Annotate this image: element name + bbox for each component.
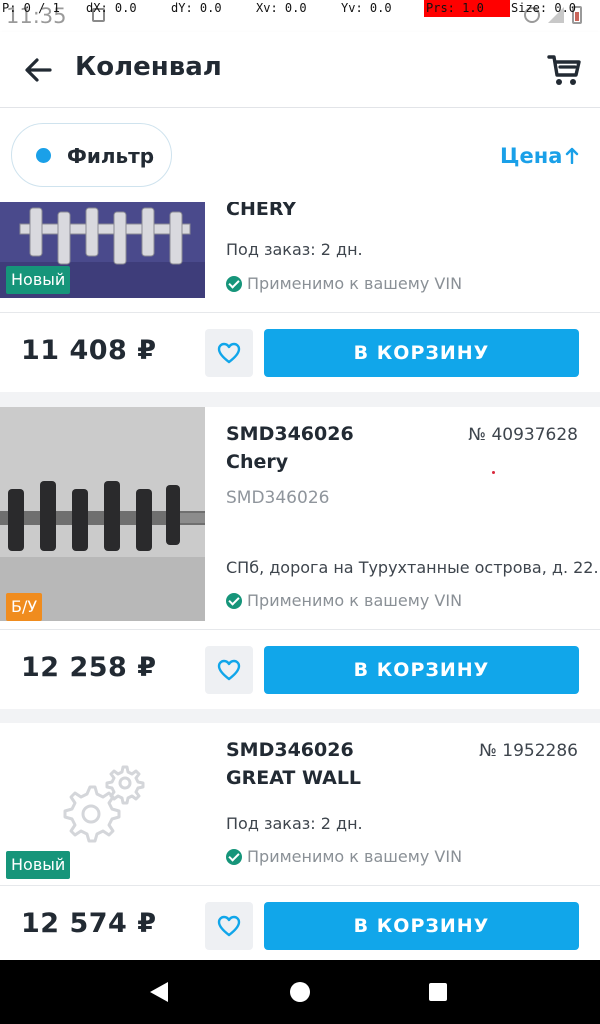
add-to-cart-button[interactable]: В КОРЗИНУ <box>264 329 579 377</box>
product-thumbnail[interactable]: Б/У <box>0 407 205 621</box>
filter-active-dot <box>36 148 51 163</box>
page-title: Коленвал <box>75 52 222 82</box>
debug-prs: Prs: 1.0 <box>426 1 484 15</box>
product-card[interactable]: Б/У SMD346026 № 40937628 Chery SMD346026… <box>0 407 600 709</box>
favorite-button[interactable] <box>205 646 253 694</box>
filter-bar: Фильтр Цена <box>0 108 600 202</box>
listing-number: № 40937628 <box>468 425 578 445</box>
favorite-button[interactable] <box>205 902 253 950</box>
condition-badge: Новый <box>6 266 71 294</box>
filter-button[interactable]: Фильтр <box>11 123 172 187</box>
product-thumbnail[interactable]: Новый <box>0 723 205 883</box>
debug-p: P: 0 / 1 <box>2 1 60 15</box>
delivery-info: Под заказ: 2 дн. <box>226 814 363 833</box>
product-article: SMD346026 <box>226 739 354 761</box>
check-circle-icon <box>226 275 242 292</box>
heart-icon <box>217 915 241 937</box>
arrow-up-icon[interactable] <box>565 146 579 164</box>
debug-size: Size: 0.0 <box>511 1 577 15</box>
product-brand: CHERY <box>226 202 297 220</box>
debug-dx: dX: 0.0 <box>86 1 137 15</box>
filter-button-label: Фильтр <box>67 144 155 168</box>
divider <box>0 312 600 313</box>
product-thumbnail[interactable]: Новый <box>0 202 205 298</box>
sort-price-button[interactable]: Цена <box>500 144 562 168</box>
favorite-button[interactable] <box>205 329 253 377</box>
crankshaft-photo <box>0 407 205 621</box>
product-sub-article: SMD346026 <box>226 488 330 508</box>
product-card[interactable]: Новый CHERY Под заказ: 2 дн. Применимо к… <box>0 202 600 392</box>
product-card[interactable]: Новый SMD346026 № 1952286 GREAT WALL Под… <box>0 723 600 960</box>
check-circle-icon <box>226 592 242 609</box>
divider <box>0 629 600 630</box>
vin-compatibility: Применимо к вашему VIN <box>226 591 462 610</box>
condition-badge: Б/У <box>6 593 43 621</box>
condition-badge: Новый <box>6 851 71 879</box>
seller-address: СПб, дорога на Турухтанные острова, д. 2… <box>226 558 600 577</box>
heart-icon <box>217 342 241 364</box>
vin-compatibility-label: Применимо к вашему VIN <box>247 847 463 866</box>
product-list: Новый CHERY Под заказ: 2 дн. Применимо к… <box>0 202 600 960</box>
system-nav-bar <box>0 960 600 1024</box>
add-to-cart-button[interactable]: В КОРЗИНУ <box>264 646 579 694</box>
vin-compatibility: Применимо к вашему VIN <box>226 847 462 866</box>
debug-dy: dY: 0.0 <box>171 1 222 15</box>
product-brand: GREAT WALL <box>226 767 362 789</box>
product-price: 12 258 ₽ <box>21 652 157 683</box>
product-price: 12 574 ₽ <box>21 908 157 939</box>
check-circle-icon <box>226 848 242 865</box>
nav-recents-icon[interactable] <box>429 983 447 1001</box>
screen: 11:35 P: 0 / 1 dX: 0.0 dY: 0.0 Xv: 0.0 Y… <box>0 0 600 1024</box>
heart-icon <box>217 659 241 681</box>
nav-home-icon[interactable] <box>290 982 310 1002</box>
vin-compatibility: Применимо к вашему VIN <box>226 274 462 293</box>
divider <box>0 885 600 886</box>
marker-dot <box>492 471 495 474</box>
listing-number: № 1952286 <box>479 741 578 761</box>
debug-xv: Xv: 0.0 <box>256 1 307 15</box>
vin-compatibility-label: Применимо к вашему VIN <box>247 591 463 610</box>
add-to-cart-button[interactable]: В КОРЗИНУ <box>264 902 579 950</box>
delivery-info: Под заказ: 2 дн. <box>226 240 363 259</box>
debug-yv: Yv: 0.0 <box>341 1 392 15</box>
vin-compatibility-label: Применимо к вашему VIN <box>247 274 463 293</box>
arrow-left-icon[interactable] <box>22 54 54 86</box>
app-header: Коленвал <box>0 32 600 108</box>
product-brand: Chery <box>226 451 289 473</box>
product-article: SMD346026 <box>226 423 354 445</box>
pointer-debug-overlay: P: 0 / 1 dX: 0.0 dY: 0.0 Xv: 0.0 Yv: 0.0… <box>0 0 600 17</box>
product-price: 11 408 ₽ <box>21 335 157 366</box>
cart-icon[interactable] <box>544 50 584 90</box>
nav-back-icon[interactable] <box>150 982 168 1002</box>
